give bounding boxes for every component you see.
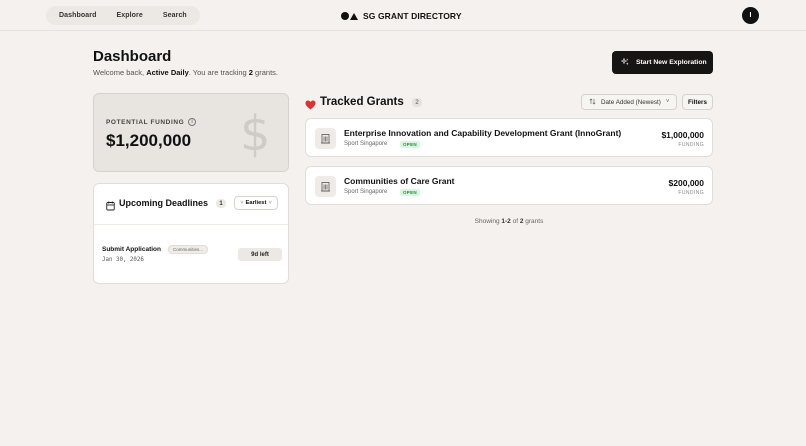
user-avatar[interactable]: I (742, 7, 759, 24)
sort-select[interactable]: Date Added (Newest) ˅ (581, 94, 677, 110)
grant-title[interactable]: Communities of Care Grant (344, 176, 455, 186)
welcome-suffix: grants. (252, 68, 278, 77)
grant-status-badge: OPEN (400, 189, 420, 196)
showing-range: 1-2 (501, 218, 511, 225)
dollar-sign-icon: $ (240, 106, 271, 162)
grant-title[interactable]: Enterprise Innovation and Capability Dev… (344, 128, 621, 138)
building-icon (315, 176, 336, 197)
deadline-remaining-badge: 9d left (238, 248, 282, 261)
filters-button[interactable]: Filters (682, 94, 713, 110)
showing-mid: of (510, 218, 520, 225)
nav-menu: Dashboard Explore Search (46, 6, 200, 25)
grant-agency: Sport Singapore (344, 189, 388, 195)
potential-funding-amount: $1,200,000 (106, 131, 192, 150)
brand-logo-icon (341, 12, 358, 20)
sort-arrows-icon (589, 98, 596, 107)
tracked-grants-title: Tracked Grants (320, 96, 404, 108)
showing-suffix: grants (523, 218, 544, 225)
top-navigation-bar: Dashboard Explore Search SG GRANT DIRECT… (0, 0, 806, 31)
grant-agency: Sport Singapore (344, 141, 388, 147)
deadlines-sort-label: Earliest (245, 200, 267, 206)
deadlines-sort-select[interactable]: ˅ Earliest ˅ (234, 196, 278, 210)
nav-item-search[interactable]: Search (154, 12, 196, 19)
building-icon (315, 128, 336, 149)
welcome-mid: . You are tracking (188, 68, 249, 77)
welcome-prefix: Welcome back, (93, 68, 147, 77)
potential-funding-label-row: POTENTIAL FUNDING i (106, 118, 197, 126)
nav-item-dashboard[interactable]: Dashboard (50, 12, 105, 19)
brand-logo[interactable]: SG GRANT DIRECTORY (341, 10, 462, 22)
sparkles-icon (620, 57, 629, 68)
calendar-icon (106, 198, 115, 216)
page-title: Dashboard (93, 48, 172, 65)
showing-prefix: Showing (474, 218, 502, 225)
pagination-summary: Showing 1-2 of 2 grants (305, 218, 713, 225)
start-new-exploration-label: Start New Exploration (636, 59, 707, 66)
welcome-message: Welcome back, Active Daily. You are trac… (93, 68, 278, 77)
upcoming-deadlines-title: Upcoming Deadlines (119, 198, 209, 208)
upcoming-deadlines-card: Upcoming Deadlines 1 ˅ Earliest ˅ Submit… (93, 183, 289, 284)
upcoming-deadlines-header: Upcoming Deadlines 1 ˅ Earliest ˅ (94, 184, 288, 225)
grant-status-badge: OPEN (400, 141, 420, 148)
deadline-item-title: Submit Application (102, 246, 161, 253)
chevron-down-icon: ˅ (268, 200, 272, 206)
potential-funding-label: POTENTIAL FUNDING (106, 118, 185, 126)
deadline-item-tag: Communities... (168, 245, 209, 254)
info-icon[interactable]: i (188, 118, 197, 126)
chevron-down-icon: ˅ (240, 200, 244, 206)
heart-icon (305, 97, 316, 115)
grant-card[interactable]: Communities of Care Grant Sport Singapor… (305, 166, 713, 205)
nav-item-explore[interactable]: Explore (107, 12, 151, 19)
deadline-item-date: Jan 30, 2026 (102, 257, 144, 263)
tracked-grants-count-badge: 2 (412, 98, 422, 107)
potential-funding-card: POTENTIAL FUNDING i $1,200,000 $ (93, 93, 289, 172)
start-new-exploration-button[interactable]: Start New Exploration (612, 51, 713, 74)
grant-card[interactable]: Enterprise Innovation and Capability Dev… (305, 118, 713, 157)
grant-amount: $1,000,000 (661, 130, 704, 140)
grant-amount: $200,000 (668, 178, 704, 188)
brand-name: SG GRANT DIRECTORY (363, 11, 462, 21)
chevron-down-icon: ˅ (665, 99, 670, 105)
grant-amount-label: FUNDING (678, 142, 704, 148)
grant-amount-label: FUNDING (678, 190, 704, 196)
user-name: Active Daily (146, 68, 189, 77)
sort-select-label: Date Added (Newest) (601, 98, 661, 106)
deadlines-count-badge: 1 (216, 199, 226, 208)
